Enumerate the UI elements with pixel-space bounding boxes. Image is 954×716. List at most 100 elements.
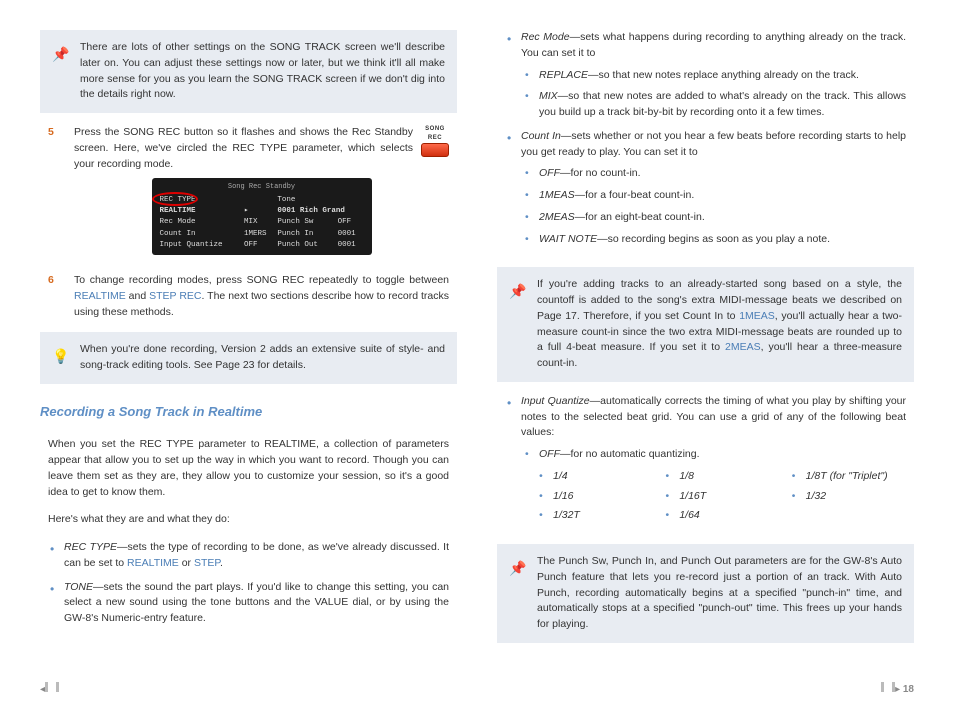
term: TONE [64, 581, 93, 593]
link-2meas[interactable]: 2MEAS [725, 341, 761, 353]
callout-text: If you're adding tracks to an already-st… [537, 277, 902, 372]
nav-prev-icon[interactable]: ◂ [40, 682, 59, 697]
step-body: To change recording modes, press SONG RE… [74, 273, 449, 320]
lcd-cell: Input Quantize [158, 240, 242, 251]
page-number: 18 [903, 684, 914, 695]
callout-note-3: 📌 The Punch Sw, Punch In, and Punch Out … [497, 544, 914, 643]
sub-mix: MIX—so that new notes are added to what'… [539, 89, 906, 121]
nav-next[interactable]: ▸ 18 [881, 682, 914, 697]
lcd-cell: 0001 [336, 229, 366, 240]
left-column: 📌 There are lots of other settings on th… [40, 30, 457, 670]
text: —sets the type of recording to be done, … [64, 541, 449, 569]
pin-icon: 📌 [52, 40, 70, 65]
text: or [179, 557, 194, 569]
bullet-recmode: Rec Mode—sets what happens during record… [521, 30, 906, 121]
term: 1MEAS [539, 189, 575, 201]
bullet-countin: Count In—sets whether or not you hear a … [521, 129, 906, 248]
text: To change recording modes, press SONG RE… [74, 274, 449, 286]
link-step-rec[interactable]: STEP REC [149, 290, 201, 302]
lcd-cell: Punch Out [275, 240, 335, 251]
text: —for an eight-beat count-in. [575, 211, 705, 223]
lightbulb-icon: 💡 [52, 342, 70, 367]
lcd-cell: 1MERS [242, 229, 275, 240]
lcd-title: Song Rec Standby [158, 182, 366, 193]
text: —so that new notes replace anything alre… [588, 69, 859, 81]
term: Rec Mode [521, 31, 570, 43]
term: OFF [539, 167, 560, 179]
callout-tip: 💡 When you're done recording, Version 2 … [40, 332, 457, 384]
sub-1meas: 1MEAS—for a four-beat count-in. [539, 188, 906, 204]
sub-list: OFF—for no count-in. 1MEAS—for a four-be… [521, 166, 906, 247]
callout-note-2: 📌 If you're adding tracks to an already-… [497, 267, 914, 382]
bullet-quantize: Input Quantize—automatically corrects th… [521, 394, 906, 524]
text: —sets what happens during recording to a… [521, 31, 906, 59]
text: —so that new notes are added to what's a… [539, 90, 906, 118]
text: —for no automatic quantizing. [560, 448, 700, 460]
text: . [220, 557, 223, 569]
right-column: Rec Mode—sets what happens during record… [497, 30, 914, 670]
term: MIX [539, 90, 558, 102]
song-rec-badge: SONGREC [421, 125, 449, 157]
lcd-cell: Tone [275, 195, 335, 206]
red-circle-highlight [152, 192, 198, 206]
step-number: 6 [48, 273, 62, 320]
quantize-grid: 1/4 1/8 1/8T (for "Triplet") 1/16 1/16T … [521, 469, 906, 524]
term: 2MEAS [539, 211, 575, 223]
link-1meas[interactable]: 1MEAS [739, 310, 775, 322]
lcd-cell: Rec Mode [158, 217, 242, 228]
lcd-cell: OFF [242, 240, 275, 251]
quant-val: 1/16T [665, 489, 779, 505]
lcd-screenshot: Song Rec Standby REC TYPETone REALTIME▸0… [152, 178, 372, 255]
paragraph: When you set the REC TYPE parameter to R… [40, 437, 457, 500]
step-5: 5 SONGREC Press the SONG REC button so i… [40, 125, 457, 261]
lcd-cell: MIX [242, 217, 275, 228]
song-rec-button-icon [421, 143, 449, 157]
sub-list: OFF—for no automatic quantizing. [521, 447, 906, 463]
bullet-tone: TONE—sets the sound the part plays. If y… [64, 580, 449, 627]
page-columns: 📌 There are lots of other settings on th… [40, 30, 914, 670]
step-number: 5 [48, 125, 62, 261]
callout-text: There are lots of other settings on the … [80, 40, 445, 103]
link-realtime[interactable]: REALTIME [127, 557, 179, 569]
quant-val: 1/4 [539, 469, 653, 485]
sub-waitnote: WAIT NOTE—so recording begins as soon as… [539, 232, 906, 248]
quant-val: 1/32T [539, 508, 653, 524]
term: Input Quantize [521, 395, 590, 407]
quant-val: 1/8T (for "Triplet") [792, 469, 906, 485]
lcd-cell: Punch Sw [275, 217, 335, 228]
page-footer: ◂ ▸ 18 [40, 682, 914, 697]
text: —for a four-beat count-in. [575, 189, 695, 201]
sub-replace: REPLACE—so that new notes replace anythi… [539, 68, 906, 84]
step-text: Press the SONG REC button so it flashes … [74, 126, 413, 170]
term: Count In [521, 130, 561, 142]
lcd-cell: OFF [336, 217, 366, 228]
callout-text: When you're done recording, Version 2 ad… [80, 342, 445, 374]
param-list: REC TYPE—sets the type of recording to b… [40, 540, 457, 635]
link-realtime[interactable]: REALTIME [74, 290, 126, 302]
text: —for no count-in. [560, 167, 641, 179]
callout-note-1: 📌 There are lots of other settings on th… [40, 30, 457, 113]
paragraph: Here's what they are and what they do: [40, 512, 457, 528]
text: and [126, 290, 149, 302]
param-list-right: Rec Mode—sets what happens during record… [497, 30, 914, 255]
sub-off: OFF—for no count-in. [539, 166, 906, 182]
lcd-cell: Punch In [275, 229, 335, 240]
term: REC TYPE [64, 541, 117, 553]
pin-icon: 📌 [509, 554, 527, 579]
quant-val: 1/16 [539, 489, 653, 505]
step-body: SONGREC Press the SONG REC button so it … [74, 125, 449, 261]
text: —sets the sound the part plays. If you'd… [64, 581, 449, 625]
sub-list: REPLACE—so that new notes replace anythi… [521, 68, 906, 121]
badge-label: SONGREC [421, 125, 449, 143]
lcd-cell: 0001 [336, 240, 366, 251]
lcd-cell: Count In [158, 229, 242, 240]
quant-val: 1/32 [792, 489, 906, 505]
lcd-cell: REALTIME [160, 207, 196, 215]
sub-off-quant: OFF—for no automatic quantizing. [539, 447, 906, 463]
text: —sets whether or not you hear a few beat… [521, 130, 906, 158]
heading-realtime: Recording a Song Track in Realtime [40, 402, 457, 422]
quant-val: 1/64 [665, 508, 779, 524]
link-step[interactable]: STEP [194, 557, 220, 569]
term: REPLACE [539, 69, 588, 81]
param-list-right-2: Input Quantize—automatically corrects th… [497, 394, 914, 532]
